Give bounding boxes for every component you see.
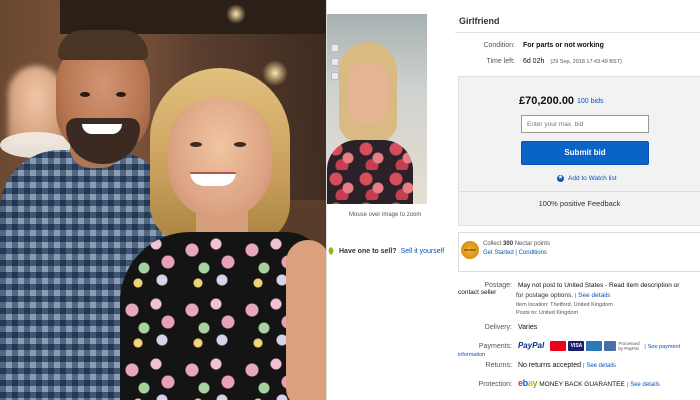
thumbnail[interactable]	[331, 44, 339, 52]
paypal-logo: PayPal	[518, 341, 546, 350]
paypal-logo-text: PayPal	[517, 341, 545, 350]
delivery-label: Delivery:	[484, 324, 512, 331]
condition-label: Condition:	[483, 42, 515, 49]
nectar-badge-icon: nectar	[461, 241, 479, 259]
time-left-detail: (29 Sep, 2018 17:43:49 BST)	[550, 59, 622, 65]
returns-value: No returns accepted	[517, 362, 581, 369]
ebay-logo: ebay	[517, 378, 538, 388]
woman-eye	[190, 142, 202, 147]
nectar-collect-suffix: Nectar points	[514, 241, 551, 247]
bid-panel: £70,200.00 100 bids Submit bid ★ Add to …	[458, 76, 700, 226]
money-back-guarantee: MONEY BACK GUARANTEE	[539, 381, 625, 388]
sell-question: Have one to sell?	[339, 247, 397, 255]
card-logos: VISA	[550, 341, 617, 352]
woman-smile	[190, 172, 236, 186]
listing-image-face	[347, 62, 389, 124]
watch-label: Add to Watch list	[568, 175, 617, 182]
leaf-icon	[328, 247, 334, 255]
time-left-row: Time left: 6d 02h (29 Sep, 2018 17:43:49…	[467, 58, 622, 65]
returns-row: Returns: No returns accepted | See detai…	[458, 362, 617, 369]
time-left-label: Time left:	[486, 58, 515, 65]
seller-feedback: 100% positive Feedback	[538, 199, 621, 208]
man-hair	[58, 30, 148, 60]
postage-label: Postage:	[484, 282, 512, 289]
payments-label: Payments:	[478, 343, 512, 350]
delivery-row: Delivery: Varies	[458, 324, 538, 331]
nectar-collect-text: Collect 300 Nectar points	[483, 241, 550, 247]
title-divider	[455, 32, 700, 33]
thumbnail[interactable]	[331, 72, 339, 80]
returns-see-details-link[interactable]: See details	[586, 363, 616, 369]
time-left-value: 6d 02h	[522, 58, 545, 65]
condition-row: Condition: For parts or not working	[467, 42, 604, 49]
nectar-points-box: nectar Collect 300 Nectar points Get Sta…	[458, 232, 700, 272]
visa-icon: VISA	[568, 341, 585, 352]
listing-image-dress	[327, 140, 413, 204]
amex-icon	[586, 341, 603, 352]
woman-face	[168, 98, 272, 218]
protection-row: Protection: ebay MONEY BACK GUARANTEE | …	[458, 378, 660, 388]
man-eye	[116, 92, 126, 97]
postage-value2: for postage options.	[516, 292, 574, 299]
item-location: Item location: Thetford, United Kingdom	[516, 302, 613, 308]
returns-label: Returns:	[485, 362, 512, 369]
condition-value: For parts or not working	[522, 42, 604, 49]
woman-eye	[234, 142, 246, 147]
couple-photo	[0, 0, 326, 400]
man-eye	[80, 92, 90, 97]
protection-label: Protection:	[478, 381, 512, 388]
ceiling-beam	[60, 0, 326, 34]
add-to-watch-list-link[interactable]: ★ Add to Watch list	[557, 175, 617, 182]
nectar-collect-prefix: Collect	[483, 241, 502, 247]
nectar-points: 300	[503, 241, 514, 247]
postage-see-details-link[interactable]: See details	[578, 292, 610, 299]
postage-cont: for postage options. | See details	[516, 292, 611, 299]
zoom-hint: Mouse over image to zoom	[349, 212, 422, 218]
sell-it-yourself-link[interactable]: Sell it yourself	[401, 248, 445, 255]
nectar-links[interactable]: Get Started | Conditions	[483, 250, 547, 256]
payments-row: Payments: PayPal VISA Processed by PayPa…	[458, 341, 681, 359]
max-bid-input[interactable]	[521, 115, 649, 133]
listing-title: Girlfriend	[459, 16, 500, 26]
man-smile	[82, 124, 122, 134]
bid-count-link[interactable]: 100 bids	[577, 98, 603, 105]
submit-bid-button[interactable]: Submit bid	[521, 141, 649, 165]
panel-divider	[459, 191, 700, 192]
current-price: £70,200.00	[519, 95, 575, 107]
woman-arm	[286, 240, 326, 400]
wall-light	[262, 60, 288, 86]
thumbnail[interactable]	[331, 58, 339, 66]
mastercard-icon	[550, 341, 567, 352]
card-icon	[604, 341, 617, 352]
delivery-value: Varies	[517, 324, 538, 331]
star-icon: ★	[557, 175, 564, 182]
protection-see-details-link[interactable]: See details	[630, 382, 660, 388]
posts-to: Posts to: United Kingdom	[516, 310, 579, 316]
processed-by-paypal: Processed by PayPal	[618, 341, 640, 352]
sell-it-yourself-row: Have one to sell? Sell it yourself	[327, 246, 444, 256]
ebay-listing: Mouse over image to zoom Have one to sel…	[326, 0, 700, 400]
listing-main-image[interactable]	[327, 14, 427, 204]
ceiling-light	[226, 4, 246, 24]
